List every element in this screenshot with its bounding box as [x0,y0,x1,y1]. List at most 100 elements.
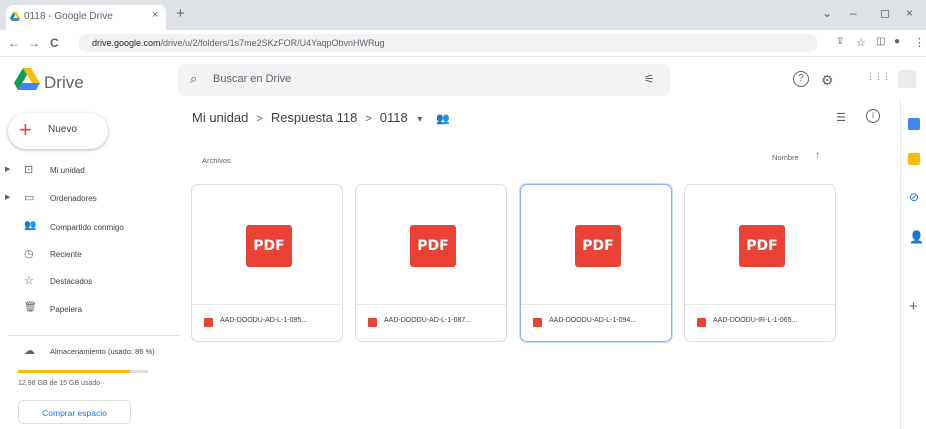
file-card-footer: AAD-DOODU-IR-L-1-065... [685,304,835,341]
trash-icon: 🗑 [24,302,37,313]
browser-menu-icon[interactable]: ⋮ [914,36,925,49]
sidebar-item-destacados[interactable]: ☆ Destacados [0,270,180,294]
url-host: drive.google.com [92,38,161,48]
sidebar-item-label: Mi unidad [50,166,85,175]
search-icon[interactable]: ⌕ [190,71,197,87]
bookmark-star-icon[interactable]: ☆ [856,36,866,49]
expand-arrow-icon[interactable]: ▶ [5,193,10,201]
file-name: AAD-DOODU-AD-L-1-087... [384,317,472,324]
tasks-icon[interactable]: ⊘ [909,190,919,204]
sidebar-item-ordenadores[interactable]: ▶ ▭ Ordenadores [0,187,180,211]
storage-bar [18,370,148,373]
get-addons-icon[interactable]: + [909,298,918,315]
forward-icon[interactable]: → [28,36,40,50]
sort-label[interactable]: Nombre [772,153,799,162]
cloud-icon: ☁ [24,345,35,357]
file-card[interactable]: PDF AAD-DOODU-IR-L-1-065... [684,184,836,342]
sidebar-item-mi-unidad[interactable]: ▶ ⊡ Mi unidad [0,159,180,183]
pdf-thumbnail-icon: PDF [739,225,785,267]
profile-icon[interactable]: ● [894,36,900,47]
shared-icon: 👥 [24,220,37,231]
sidebar-item-label: Papelera [50,305,83,314]
sidebar-item-label: Destacados [50,277,93,286]
sidebar-divider [8,335,180,336]
sidebar-item-compartido[interactable]: 👥 Compartido conmigo [0,216,180,240]
list-view-icon[interactable]: ☰ [836,111,846,124]
apps-grid-icon[interactable]: ⋮⋮⋮ [866,72,891,81]
sidebar-item-papelera[interactable]: 🗑 Papelera [0,298,180,322]
breadcrumb-separator: > [256,113,263,125]
star-icon: ☆ [24,275,34,287]
drive-favicon-icon [10,12,20,21]
info-icon[interactable]: i [866,109,880,123]
search-box[interactable]: ⌕ Buscar en Drive ⚟ [178,64,670,96]
pdf-thumbnail-icon: PDF [246,225,292,267]
file-card-footer: AAD-DOODU-AD-L-1-087... [356,304,506,341]
pdf-thumbnail-icon: PDF [575,225,621,267]
breadcrumb-item-current[interactable]: 0118 [380,110,408,125]
share-page-icon[interactable]: ⇪ [836,36,844,47]
breadcrumb-item-mi-unidad[interactable]: Mi unidad [192,110,248,125]
account-logo[interactable] [898,70,916,88]
sidebar-item-label: Reciente [50,250,82,259]
pdf-file-icon [697,318,706,327]
storage-usage-text: 12,98 GB de 15 GB usado [18,380,101,387]
storage-label: Almacenamiento (usado: 86 %) [50,347,155,356]
file-card-selected[interactable]: PDF AAD-DOODU-AD-L-1-094... [520,184,672,342]
browser-tab[interactable]: 0118 - Google Drive × [6,5,166,30]
search-options-icon[interactable]: ⚟ [644,72,655,86]
sidepanel-icon[interactable]: ◫ [876,36,885,47]
buy-storage-button[interactable]: Comprar espacio [18,400,131,424]
tab-title: 0118 - Google Drive [24,11,113,22]
drive-icon: ⊡ [24,164,34,176]
tab-close-icon[interactable]: × [152,9,158,21]
storage-bar-fill [18,370,130,373]
file-name: AAD-DOODU-IR-L-1-065... [713,317,798,324]
pdf-thumbnail-icon: PDF [410,225,456,267]
keep-icon[interactable] [908,153,920,165]
section-label: Archivos [202,156,231,165]
minimize-icon[interactable]: – [850,6,857,20]
breadcrumb: Mi unidad > Respuesta 118 >0118 ▾ 👥 [192,110,450,125]
new-button[interactable]: + Nuevo [8,113,108,149]
file-name: AAD-DOODU-AD-L-1-094... [549,317,637,324]
expand-arrow-icon[interactable]: ▶ [5,165,10,173]
search-input[interactable]: Buscar en Drive [213,73,291,85]
back-icon[interactable]: ← [8,36,20,50]
plus-icon: + [19,117,32,142]
drive-logo-icon[interactable] [14,68,40,90]
new-button-label: Nuevo [48,124,77,135]
sidebar-item-label: Compartido conmigo [50,223,124,232]
app-name[interactable]: Drive [44,73,84,93]
file-card[interactable]: PDF AAD-DOODU-AD-L-1-085... [191,184,343,342]
breadcrumb-separator: > [365,113,372,125]
sidebar-item-reciente[interactable]: ◷ Reciente [0,243,180,267]
pdf-file-icon [533,318,542,327]
new-tab-button[interactable]: + [176,5,185,22]
reload-icon[interactable]: C [50,36,59,50]
clock-icon: ◷ [24,248,34,260]
settings-icon[interactable]: ⚙ [821,72,834,89]
computer-icon: ▭ [24,192,35,204]
file-name: AAD-DOODU-AD-L-1-085... [220,317,308,324]
contacts-icon[interactable]: 👤 [909,230,924,244]
maximize-icon[interactable]: ◻ [880,6,890,20]
file-card-footer: AAD-DOODU-AD-L-1-094... [521,304,671,341]
file-card-footer: AAD-DOODU-AD-L-1-085... [192,304,342,341]
help-icon[interactable]: ? [793,71,809,87]
url-field[interactable]: drive.google.com/drive/u/2/folders/1s7me… [78,34,818,52]
window-close-icon[interactable]: × [906,6,913,20]
right-rail-divider [900,98,901,429]
pdf-file-icon [368,318,377,327]
sidebar-item-storage[interactable]: ☁ Almacenamiento (usado: 86 %) [0,340,180,364]
url-path: /drive/u/2/folders/1s7me2SKzFOR/U4YaqpOb… [160,38,385,48]
folder-dropdown-icon[interactable]: ▾ [411,114,422,125]
breadcrumb-item-respuesta[interactable]: Respuesta 118 [271,110,358,125]
calendar-icon[interactable] [908,118,920,130]
sort-arrow-icon[interactable]: ↑ [815,150,820,161]
file-card[interactable]: PDF AAD-DOODU-AD-L-1-087... [355,184,507,342]
shared-folder-icon: 👥 [436,113,450,125]
sidebar-item-label: Ordenadores [50,194,97,203]
pdf-file-icon [204,318,213,327]
tab-search-icon[interactable]: ⌄ [822,6,832,20]
